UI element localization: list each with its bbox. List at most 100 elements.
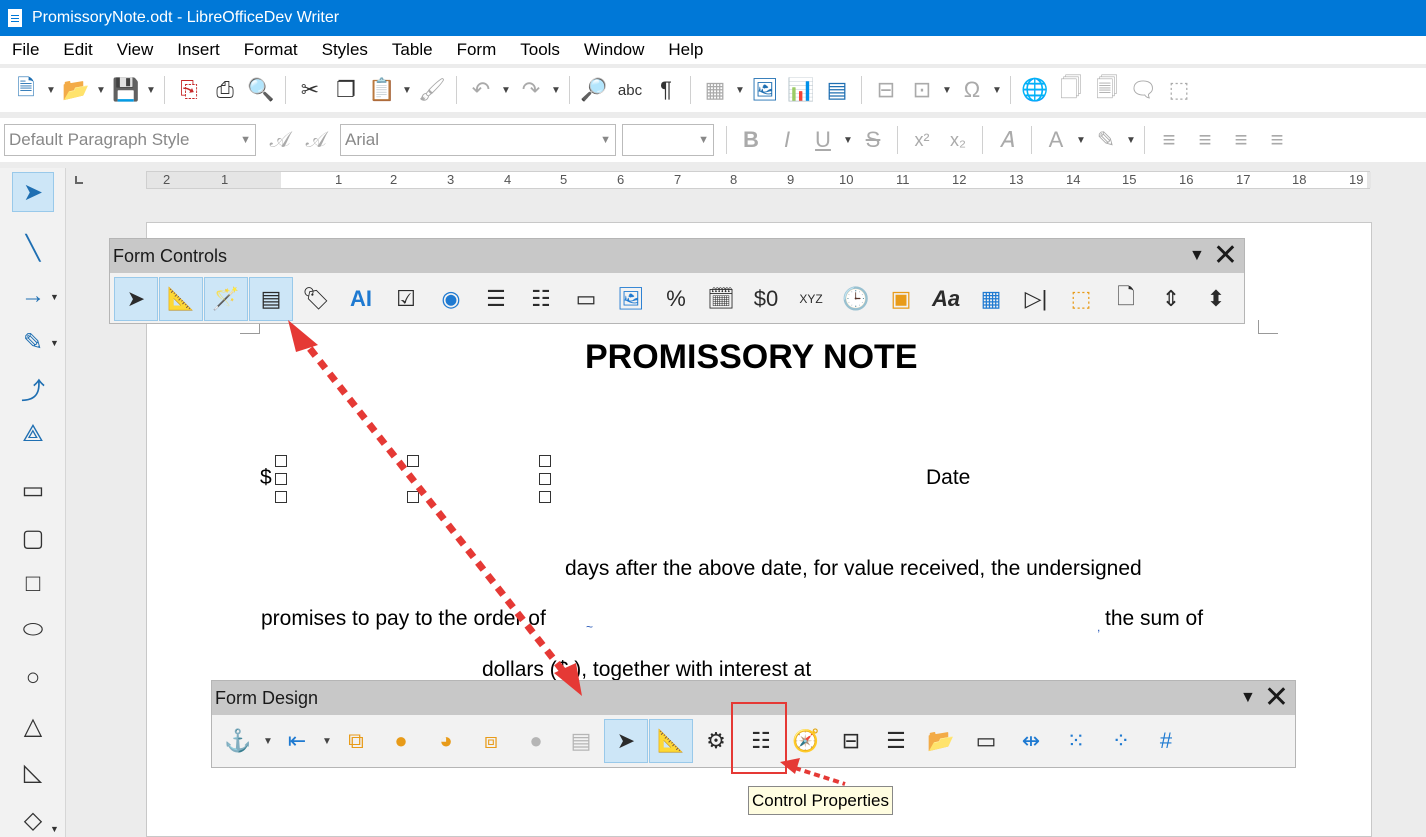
selection-handle[interactable] (275, 491, 287, 503)
save-icon[interactable]: 💾 (108, 72, 144, 108)
paste-icon[interactable]: 📋 (364, 72, 400, 108)
anchor-icon[interactable]: ⚓ (216, 719, 260, 763)
new-dropdown[interactable]: ▼ (44, 85, 58, 96)
align-left-icon[interactable]: ≡ (1151, 122, 1187, 158)
spelling-icon[interactable]: abc (612, 72, 648, 108)
selection-handle[interactable] (539, 455, 551, 467)
form-design-icon[interactable]: ▤ (249, 277, 293, 321)
insert-text-box-icon[interactable]: ▤ (819, 72, 855, 108)
image-button-icon[interactable]: 🖼 (609, 277, 653, 321)
toolbar-menu-icon[interactable]: ▼ (1240, 689, 1256, 707)
clear-formatting-icon[interactable]: 𝐴 (989, 122, 1025, 158)
menu-edit[interactable]: Edit (51, 40, 104, 60)
rounded-rectangle-icon[interactable]: ▢ (12, 518, 54, 558)
scrollbar-icon[interactable]: ⬍ (1194, 277, 1238, 321)
menu-view[interactable]: View (105, 40, 166, 60)
group-icon[interactable]: ● (514, 719, 558, 763)
spin-button-icon[interactable]: ⇕ (1149, 277, 1193, 321)
table-dropdown[interactable]: ▼ (733, 85, 747, 96)
font-name-select[interactable]: Arial ▼ (340, 124, 616, 156)
ungroup-icon[interactable]: ▤ (559, 719, 603, 763)
subscript-icon[interactable]: x₂ (940, 122, 976, 158)
currency-field-icon[interactable]: $0 (744, 277, 788, 321)
selection-handle[interactable] (539, 491, 551, 503)
highlight-dropdown[interactable]: ▼ (1124, 135, 1138, 146)
special-character-dropdown[interactable]: ▼ (990, 85, 1004, 96)
open-folder-icon[interactable]: 📂 (58, 72, 94, 108)
horizontal-ruler[interactable]: 2 1 1 2 3 4 5 6 7 8 9 10 11 12 13 14 15 … (146, 171, 1371, 189)
save-dropdown[interactable]: ▼ (144, 85, 158, 96)
push-button-icon[interactable]: ▭ (564, 277, 608, 321)
align-center-icon[interactable]: ≡ (1187, 122, 1223, 158)
italic-icon[interactable]: I (769, 122, 805, 158)
select-icon[interactable]: ➤ (12, 172, 54, 212)
bezier-icon[interactable]: ⤴ (12, 368, 54, 408)
toolbar-menu-icon[interactable]: ▼ (1189, 247, 1205, 265)
undo-icon[interactable]: ↶ (463, 72, 499, 108)
label-icon[interactable]: 🏷 (294, 277, 338, 321)
align-right-icon[interactable]: ≡ (1223, 122, 1259, 158)
rectangle-icon[interactable]: ▭ (12, 470, 54, 510)
font-color-dropdown[interactable]: ▼ (1074, 135, 1088, 146)
paste-dropdown[interactable]: ▼ (400, 85, 414, 96)
new-document-icon[interactable]: 🗎 (8, 72, 44, 108)
time-field-icon[interactable]: 🕒 (834, 277, 878, 321)
navigation-bar-icon[interactable]: ▷| (1014, 277, 1058, 321)
selection-handle[interactable] (275, 455, 287, 467)
check-box-icon[interactable]: ☑ (384, 277, 428, 321)
menu-help[interactable]: Help (656, 40, 715, 60)
underline-icon[interactable]: U (805, 122, 841, 158)
copy-icon[interactable]: ❐ (328, 72, 364, 108)
date-field-icon[interactable]: 🗓 (699, 277, 743, 321)
insert-page-break-icon[interactable]: ⊟ (868, 72, 904, 108)
endnote-icon[interactable]: 🗐 (1089, 72, 1125, 108)
display-grid-icon[interactable]: ⁙ (1054, 719, 1098, 763)
table-control-icon[interactable]: ▦ (969, 277, 1013, 321)
comment-icon[interactable]: 🗨 (1125, 72, 1161, 108)
add-field-icon[interactable]: ⊟ (829, 719, 873, 763)
insert-table-icon[interactable]: ▦ (697, 72, 733, 108)
insert-field-icon[interactable]: ⊡ (904, 72, 940, 108)
selection-handle[interactable] (407, 455, 419, 467)
hyperlink-icon[interactable]: 🌐 (1017, 72, 1053, 108)
select-icon[interactable]: ➤ (114, 277, 158, 321)
new-style-icon[interactable]: 𝒜 (298, 122, 334, 158)
form-navigator-icon[interactable]: 🧭 (784, 719, 828, 763)
menu-insert[interactable]: Insert (165, 40, 232, 60)
underline-dropdown[interactable]: ▼ (841, 135, 855, 146)
align-dropdown[interactable]: ▼ (320, 736, 334, 747)
menu-form[interactable]: Form (445, 40, 509, 60)
font-size-select[interactable]: ▼ (622, 124, 714, 156)
curve-icon[interactable]: ✎ (12, 322, 54, 362)
option-button-icon[interactable]: ◉ (429, 277, 473, 321)
menu-file[interactable]: File (0, 40, 51, 60)
ellipse-icon[interactable]: ⬭ (12, 610, 54, 650)
send-to-back-icon[interactable]: ● (379, 719, 423, 763)
line-arrow-icon[interactable]: → (12, 276, 54, 316)
backward-icon[interactable]: ⧈ (469, 719, 513, 763)
menu-styles[interactable]: Styles (310, 40, 380, 60)
open-dropdown[interactable]: ▼ (94, 85, 108, 96)
snap-to-grid-icon[interactable]: ⁘ (1099, 719, 1143, 763)
list-box-icon[interactable]: ☰ (474, 277, 518, 321)
circle-icon[interactable]: ○ (12, 658, 54, 698)
forward-icon[interactable]: ◕ (424, 719, 468, 763)
font-icon[interactable]: Aa (924, 277, 968, 321)
menu-format[interactable]: Format (232, 40, 310, 60)
diamond-icon[interactable]: ◇ (12, 800, 54, 837)
select-icon[interactable]: ➤ (604, 719, 648, 763)
footnote-icon[interactable]: 🗍 (1053, 72, 1089, 108)
bring-to-front-icon[interactable]: ⧉ (334, 719, 378, 763)
right-triangle-icon[interactable]: ◺ (12, 752, 54, 792)
pattern-field-icon[interactable]: XYZ (789, 277, 833, 321)
close-icon[interactable]: ✕ (1264, 683, 1289, 713)
combo-box-icon[interactable]: ☷ (519, 277, 563, 321)
justify-icon[interactable]: ≡ (1259, 122, 1295, 158)
formatting-marks-icon[interactable]: ¶ (648, 72, 684, 108)
undo-dropdown[interactable]: ▼ (499, 85, 513, 96)
shapes-dropdown[interactable]: ▼ (50, 824, 59, 834)
ruler-tab-selector[interactable] (75, 176, 83, 184)
position-and-size-icon[interactable]: ⇹ (1009, 719, 1053, 763)
open-in-design-mode-icon[interactable]: 📂 (919, 719, 963, 763)
selection-handle[interactable] (275, 473, 287, 485)
